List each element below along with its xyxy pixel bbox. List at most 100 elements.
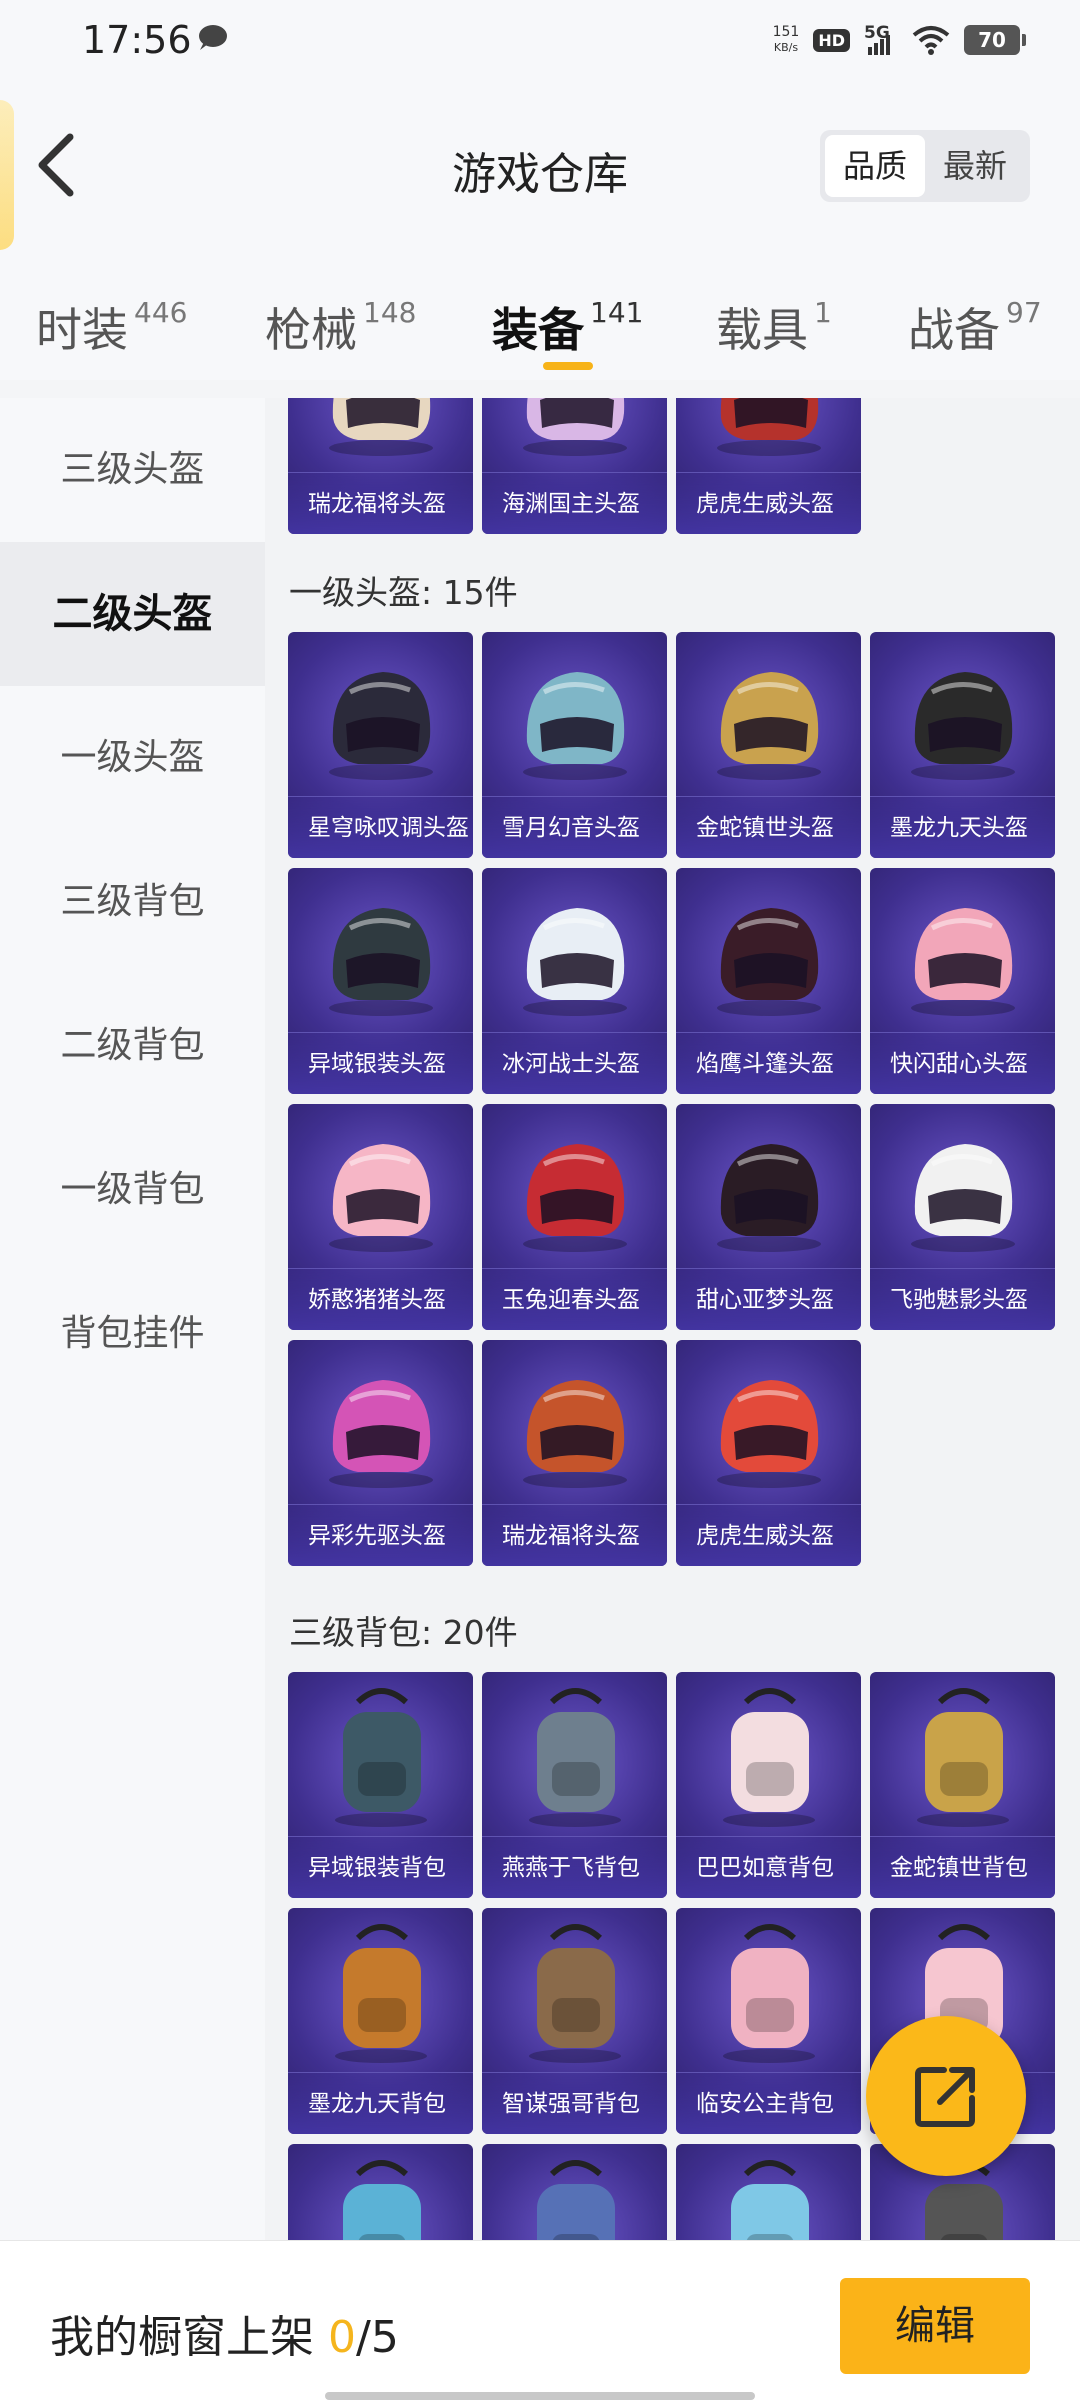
item-card[interactable]: 异彩先驱头盔 [288,1340,473,1566]
sidebar-item-level2-backpack[interactable]: 二级背包 [0,974,265,1118]
sidebar-item-level1-helmet[interactable]: 一级头盔 [0,686,265,830]
sidebar-item-level1-backpack[interactable]: 一级背包 [0,1118,265,1262]
status-time: 17:56 [82,18,192,62]
helmet-icon [329,908,433,1016]
item-card[interactable]: 海渊国主头盔 [482,398,667,534]
sort-newest-button[interactable]: 最新 [925,135,1025,197]
item-card[interactable]: 星穹咏叹调头盔 [288,632,473,858]
item-name: 星穹咏叹调头盔 [288,796,473,858]
item-card[interactable]: 飞驰魅影头盔 [870,1104,1055,1330]
item-card[interactable]: 金蛇镇世背包 [870,1672,1055,1898]
showcase-status: 我的橱窗上架 0/5 [50,2312,399,2363]
sort-toggle: 品质 最新 [820,130,1030,202]
status-bar: 17:56 151 KB/s HD 5G 70 [0,0,1080,80]
item-name: 墨龙九天背包 [288,2072,473,2134]
backpack-icon [335,1688,427,1827]
item-card[interactable]: 娇憨猪猪头盔 [288,1104,473,1330]
network-speed: 151 KB/s [772,24,800,54]
item-card[interactable]: 瑞龙福将头盔 [482,1340,667,1566]
backpack-icon [529,1688,621,1827]
sidebar-item-level2-helmet[interactable]: 二级头盔 [0,542,265,686]
helmet-icon [911,908,1015,1016]
item-name: 冰河战士头盔 [482,1032,667,1094]
helmet-icon [717,1144,821,1252]
message-icon [199,25,227,50]
item-card[interactable]: 金蛇镇世头盔 [676,632,861,858]
item-card[interactable]: 玉兔迎春头盔 [482,1104,667,1330]
item-card[interactable]: 虎虎生威头盔 [676,398,861,534]
item-name: 虎虎生威头盔 [676,472,861,534]
sort-quality-button[interactable]: 品质 [825,135,925,197]
item-name: 虎虎生威头盔 [676,1504,861,1566]
helmet-icon [329,1380,433,1488]
item-name: 异域银装头盔 [288,1032,473,1094]
item-name: 金蛇镇世头盔 [676,796,861,858]
item-name: 瑞龙福将头盔 [288,472,473,534]
item-card[interactable] [482,2144,667,2240]
item-card[interactable]: 虎虎生威头盔 [676,1340,861,1566]
sidebar-item-level3-backpack[interactable]: 三级背包 [0,830,265,974]
item-name: 金蛇镇世背包 [870,1836,1055,1898]
item-name: 快闪甜心头盔 [870,1032,1055,1094]
helmet-icon [329,1144,433,1252]
signal-icon: 5G [864,23,898,57]
item-card[interactable]: 瑞龙福将头盔 [288,398,473,534]
backpack-icon [343,2160,421,2240]
backpack-icon [537,2160,615,2240]
hd-icon: HD [813,28,850,52]
item-card[interactable]: 墨龙九天背包 [288,1908,473,2134]
item-card[interactable]: 冰河战士头盔 [482,868,667,1094]
helmet-icon [523,1144,627,1252]
share-button[interactable] [866,2016,1026,2176]
helmet-icon [911,672,1015,780]
backpack-icon [723,1688,815,1827]
helmet-icon [329,672,433,780]
home-indicator [325,2392,755,2400]
helmet-icon [717,398,821,456]
item-card[interactable]: 墨龙九天头盔 [870,632,1055,858]
item-name: 焰鹰斗篷头盔 [676,1032,861,1094]
item-card[interactable]: 临安公主背包 [676,1908,861,2134]
helmet-icon [329,398,433,456]
backpack-icon [335,1924,427,2063]
item-card[interactable]: 巴巴如意背包 [676,1672,861,1898]
sidebar-item-level3-helmet[interactable]: 三级头盔 [0,398,265,542]
helmet-icon [523,908,627,1016]
item-card[interactable] [676,2144,861,2240]
item-card[interactable]: 雪月幻音头盔 [482,632,667,858]
item-name: 雪月幻音头盔 [482,796,667,858]
item-name: 巴巴如意背包 [676,1836,861,1898]
wifi-icon [912,26,950,55]
battery-icon: 70 [964,25,1026,55]
tab-equipment[interactable]: 装备 141 [492,294,643,360]
tab-guns[interactable]: 枪械 148 [265,294,416,360]
sidebar-item-backpack-charm[interactable]: 背包挂件 [0,1262,265,1406]
edit-button[interactable]: 编辑 [840,2278,1030,2374]
item-name: 瑞龙福将头盔 [482,1504,667,1566]
section-title: 一级头盔: 15件 [289,573,518,612]
backpack-icon [529,1924,621,2063]
category-tabs: 时装 446 枪械 148 装备 141 载具 1 战备 97 [0,280,1080,380]
tab-fashion[interactable]: 时装 446 [36,294,187,360]
backpack-icon [731,2160,809,2240]
item-name: 临安公主背包 [676,2072,861,2134]
item-card[interactable]: 异域银装头盔 [288,868,473,1094]
item-grid-area: 瑞龙福将头盔 海渊国主头盔 虎虎生威头盔 一级头盔: 15件 星穹咏叹调头盔 雪月幻音头盔… [265,398,1080,2240]
item-card[interactable]: 智谋强哥背包 [482,1908,667,2134]
helmet-icon [523,1380,627,1488]
item-card[interactable]: 异域银装背包 [288,1672,473,1898]
status-icons: 151 KB/s HD 5G 70 [772,20,1026,60]
item-name: 甜心亚梦头盔 [676,1268,861,1330]
item-card[interactable] [288,2144,473,2240]
item-card[interactable]: 快闪甜心头盔 [870,868,1055,1094]
tab-supplies[interactable]: 战备 97 [908,294,1042,360]
item-name: 玉兔迎春头盔 [482,1268,667,1330]
item-card[interactable]: 焰鹰斗篷头盔 [676,868,861,1094]
share-icon [915,2067,975,2127]
helmet-icon [717,1380,821,1488]
item-card[interactable]: 燕燕于飞背包 [482,1672,667,1898]
item-name: 智谋强哥背包 [482,2072,667,2134]
tab-vehicles[interactable]: 载具 1 [716,294,832,360]
item-name: 娇憨猪猪头盔 [288,1268,473,1330]
item-card[interactable]: 甜心亚梦头盔 [676,1104,861,1330]
